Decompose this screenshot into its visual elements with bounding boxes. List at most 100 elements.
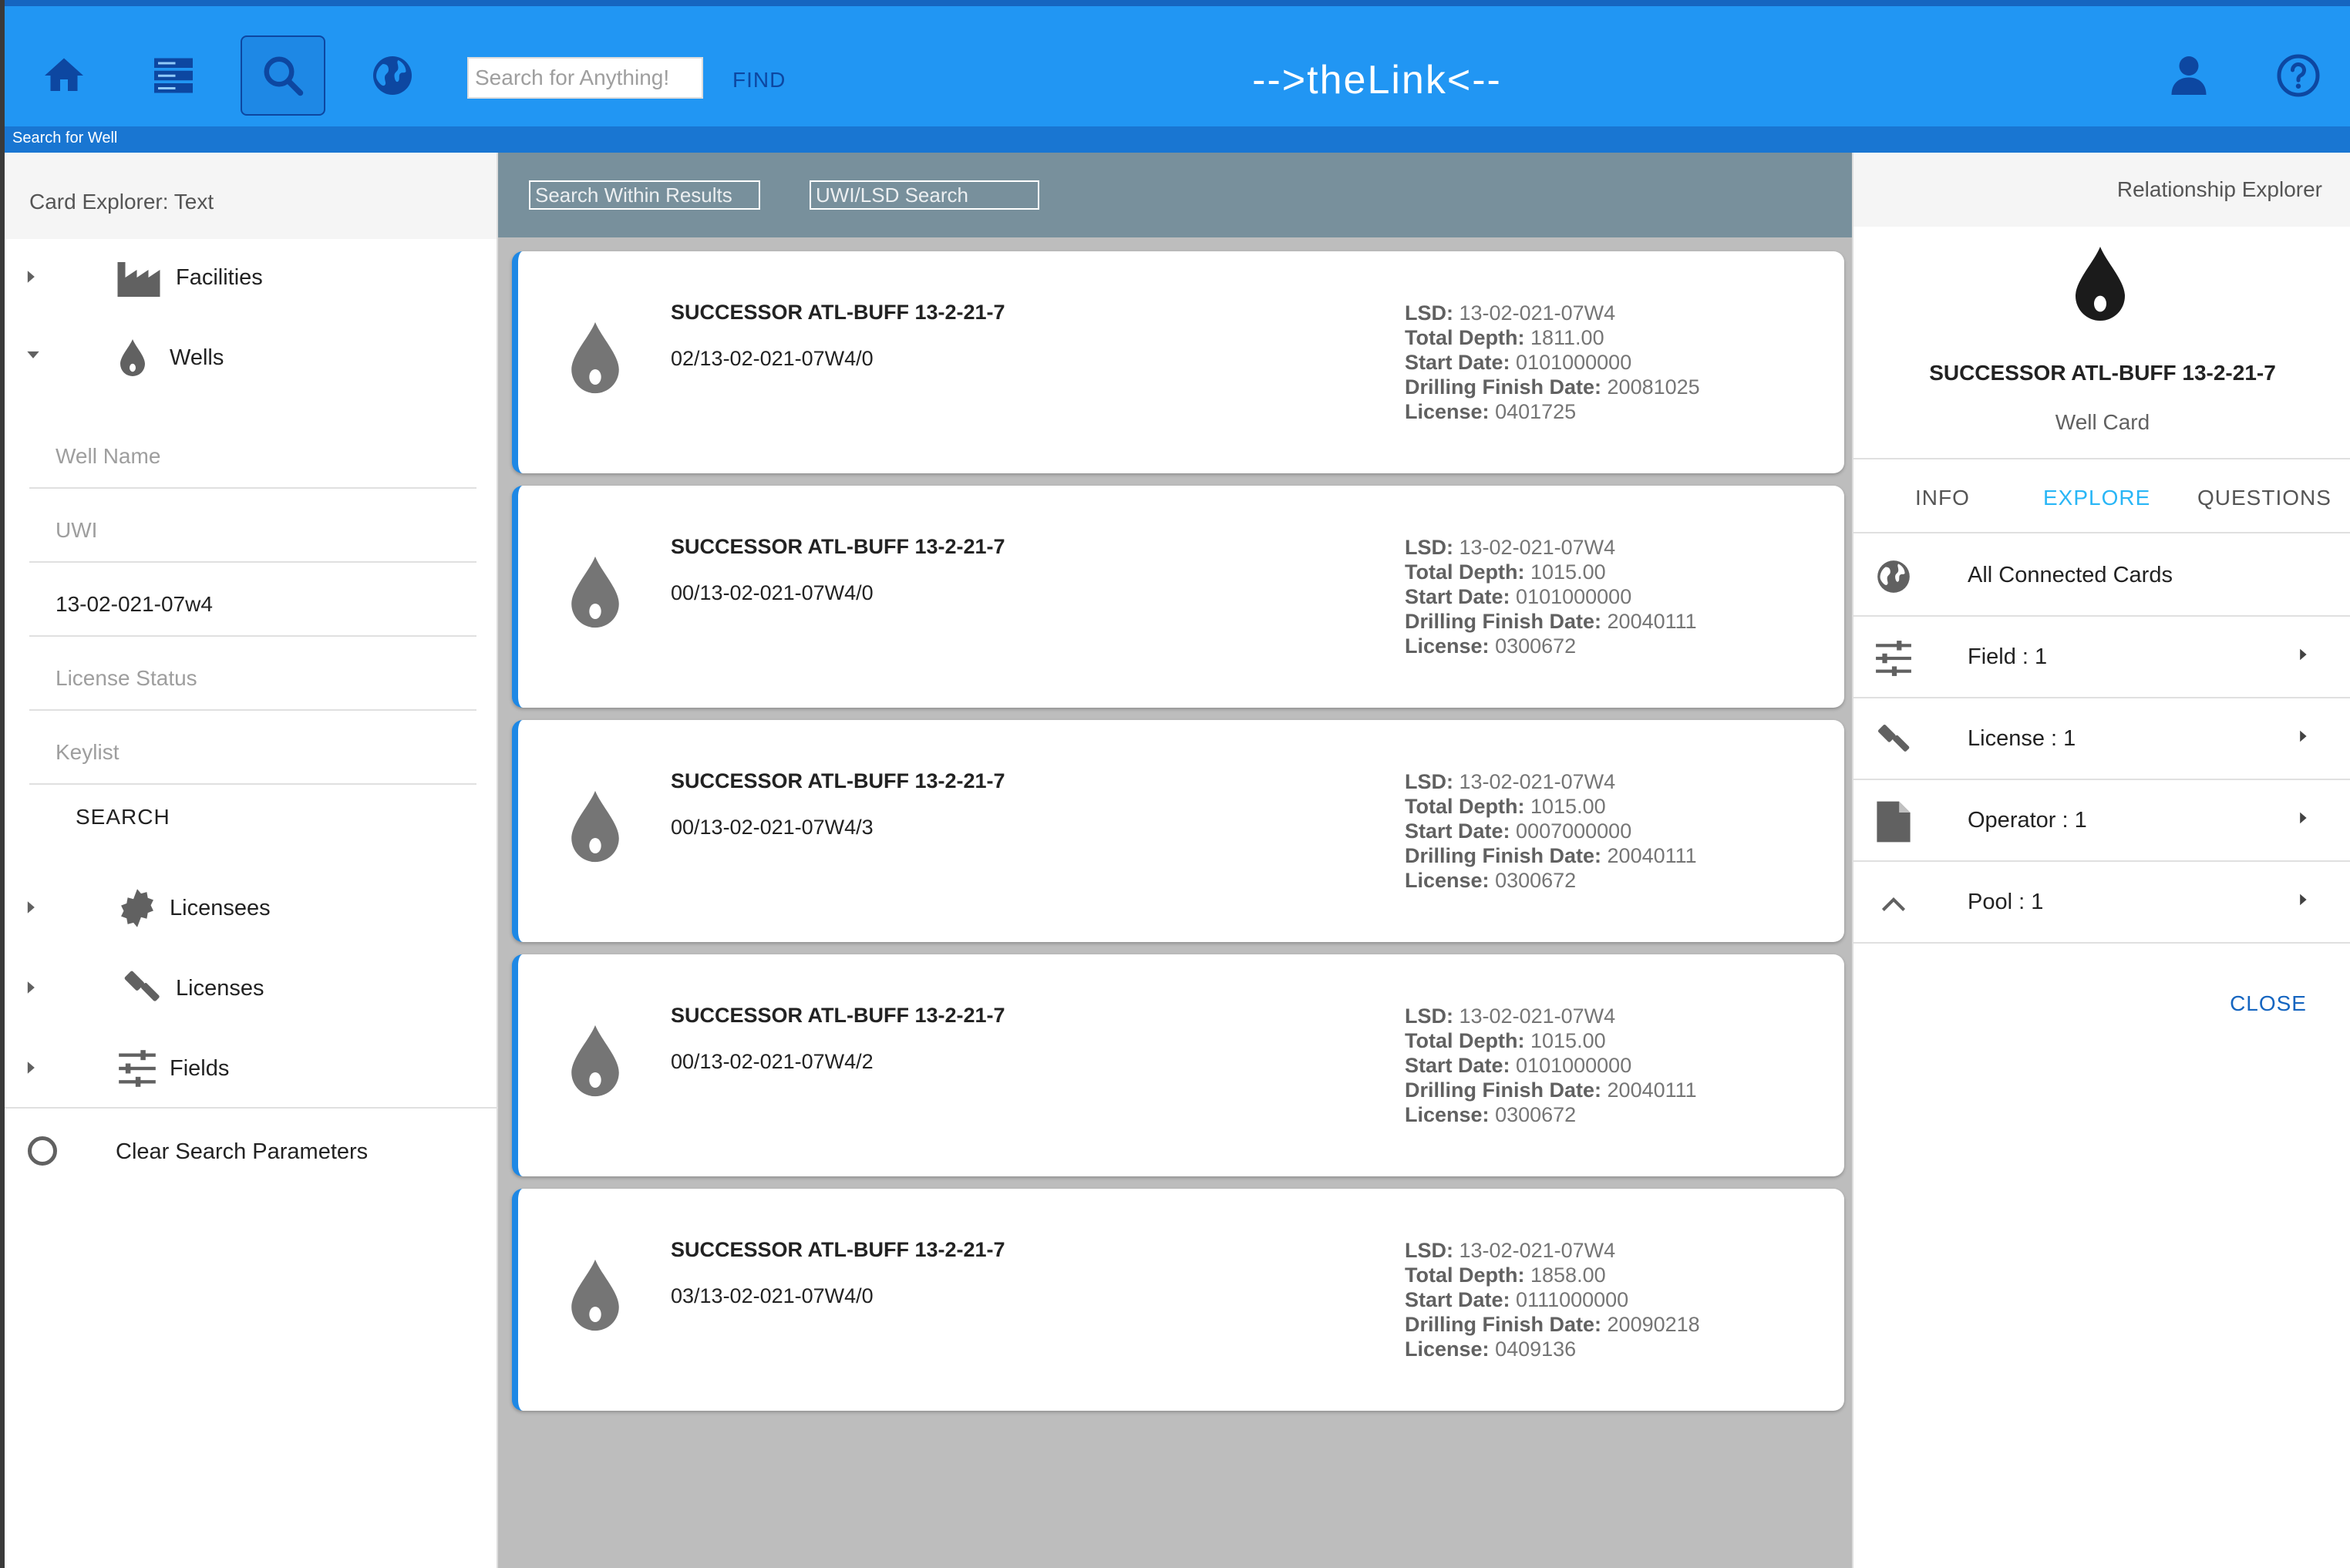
meta-finish-date: Drilling Finish Date: 20090218 (1405, 1313, 1700, 1336)
app-window: FIND -->theLink<-- Search for Well Card … (5, 0, 2350, 1568)
card-explorer-title: Card Explorer: Text (29, 190, 214, 214)
results-toolbar (498, 153, 1852, 237)
caret-right-icon[interactable] (26, 900, 37, 914)
meta-license: License: 0300672 (1405, 1103, 1577, 1126)
meta-start-date: Start Date: 0111000000 (1405, 1288, 1629, 1311)
results-panel: SUCCESSOR ATL-BUFF 13-2-21-7 02/13-02-021… (498, 153, 1852, 1568)
card-title: SUCCESSOR ATL-BUFF 13-2-21-7 (671, 301, 1005, 324)
app-title: -->theLink<-- (1252, 58, 1502, 103)
selected-card-type: Well Card (2055, 410, 2150, 434)
card-meta: LSD: 13-02-021-07W4 Total Depth: 1015.00 S… (1405, 1004, 1697, 1127)
tree-item-fields[interactable]: Fields (5, 1033, 498, 1102)
badge-icon (113, 885, 162, 931)
search-icon (264, 56, 304, 96)
gavel-icon (117, 965, 167, 1011)
card-title: SUCCESSOR ATL-BUFF 13-2-21-7 (671, 769, 1005, 792)
uwi-lsd-search-input[interactable] (810, 180, 1039, 210)
well-result-card[interactable]: SUCCESSOR ATL-BUFF 13-2-21-7 00/13-02-021… (512, 486, 1844, 708)
well-name-field[interactable]: Well Name (29, 415, 476, 489)
meta-license: License: 0409136 (1405, 1338, 1577, 1361)
tree-item-wells[interactable]: Wells (5, 322, 498, 392)
context-bar: Search for Well (5, 126, 2350, 153)
card-meta: LSD: 13-02-021-07W4 Total Depth: 1858.00 S… (1405, 1238, 1700, 1361)
search-button[interactable]: SEARCH (76, 805, 170, 829)
search-within-results-input[interactable] (529, 180, 760, 210)
card-uwi: 03/13-02-021-07W4/0 (671, 1284, 874, 1307)
well-result-card[interactable]: SUCCESSOR ATL-BUFF 13-2-21-7 00/13-02-021… (512, 720, 1844, 942)
tree-item-licenses[interactable]: Licenses (5, 953, 498, 1022)
uwi-field[interactable]: UWI (29, 489, 476, 563)
card-title: SUCCESSOR ATL-BUFF 13-2-21-7 (671, 535, 1005, 558)
caret-down-icon[interactable] (26, 350, 40, 361)
tree-label: Licenses (176, 976, 264, 1001)
meta-license: License: 0401725 (1405, 400, 1577, 423)
card-title: SUCCESSOR ATL-BUFF 13-2-21-7 (671, 1004, 1005, 1027)
relation-license[interactable]: License : 1 (1853, 698, 2350, 780)
chevron-up-icon (1874, 883, 1914, 924)
water-drop-icon (571, 1259, 619, 1331)
server-list-icon (154, 58, 193, 93)
search-view-button[interactable] (241, 35, 325, 116)
caret-right-icon[interactable] (26, 981, 37, 994)
account-button[interactable] (2146, 35, 2231, 116)
meta-total-depth: Total Depth: 1015.00 (1405, 1029, 1606, 1052)
card-title: SUCCESSOR ATL-BUFF 13-2-21-7 (671, 1238, 1005, 1261)
close-button[interactable]: CLOSE (2230, 991, 2307, 1016)
relation-label: Pool : 1 (1968, 890, 2044, 914)
tree-item-licensees[interactable]: Licensees (5, 873, 498, 942)
relation-label: Operator : 1 (1968, 808, 2087, 833)
keylist-field[interactable]: Keylist (29, 711, 476, 785)
tab-questions[interactable]: QUESTIONS (2197, 486, 2331, 510)
meta-lsd: LSD: 13-02-021-07W4 (1405, 1239, 1616, 1262)
card-meta: LSD: 13-02-021-07W4 Total Depth: 1015.00 S… (1405, 769, 1697, 893)
clear-search-button[interactable]: Clear Search Parameters (5, 1107, 498, 1186)
field-placeholder: UWI (56, 518, 98, 542)
field-value: 13-02-021-07w4 (56, 592, 213, 616)
card-meta: LSD: 13-02-021-07W4 Total Depth: 1811.00 S… (1405, 301, 1700, 424)
relation-operator[interactable]: Operator : 1 (1853, 780, 2350, 862)
meta-finish-date: Drilling Finish Date: 20081025 (1405, 375, 1700, 399)
well-result-card[interactable]: SUCCESSOR ATL-BUFF 13-2-21-7 02/13-02-021… (512, 251, 1844, 473)
document-icon (1874, 801, 1914, 843)
relation-pool[interactable]: Pool : 1 (1853, 862, 2350, 944)
well-result-card[interactable]: SUCCESSOR ATL-BUFF 13-2-21-7 03/13-02-021… (512, 1189, 1844, 1411)
caret-right-icon[interactable] (2299, 729, 2308, 743)
global-search-input[interactable] (467, 57, 703, 99)
globe-button[interactable] (350, 35, 435, 116)
caret-right-icon[interactable] (2299, 811, 2308, 825)
relationship-explorer-title: Relationship Explorer (2116, 177, 2322, 201)
relationship-tabs: INFO EXPLORE QUESTIONS (1853, 458, 2350, 533)
meta-total-depth: Total Depth: 1015.00 (1405, 560, 1606, 584)
top-strip (5, 0, 2350, 6)
water-drop-icon (571, 1025, 619, 1097)
meta-lsd: LSD: 13-02-021-07W4 (1405, 1004, 1616, 1028)
meta-total-depth: Total Depth: 1811.00 (1405, 326, 1604, 349)
meta-start-date: Start Date: 0101000000 (1405, 1054, 1632, 1077)
well-result-card[interactable]: SUCCESSOR ATL-BUFF 13-2-21-7 00/13-02-021… (512, 954, 1844, 1176)
tree-item-facilities[interactable]: Facilities (5, 242, 498, 311)
card-explorer-header: Card Explorer: Text (5, 153, 497, 239)
tab-explore[interactable]: EXPLORE (2043, 486, 2150, 510)
caret-right-icon[interactable] (2299, 648, 2308, 661)
list-view-button[interactable] (131, 35, 216, 116)
card-uwi: 00/13-02-021-07W4/2 (671, 1050, 874, 1073)
find-button[interactable]: FIND (732, 68, 786, 93)
relation-all-connected-cards[interactable]: All Connected Cards (1853, 535, 2350, 617)
water-drop-icon (2076, 247, 2125, 321)
caret-right-icon[interactable] (2299, 893, 2308, 907)
relation-field[interactable]: Field : 1 (1853, 617, 2350, 698)
caret-right-icon[interactable] (26, 270, 37, 284)
help-button[interactable] (2256, 35, 2341, 116)
lsd-field[interactable]: 13-02-021-07w4 (29, 563, 476, 637)
license-status-field[interactable]: License Status (29, 637, 476, 711)
tab-info[interactable]: INFO (1915, 486, 1970, 510)
meta-finish-date: Drilling Finish Date: 20040111 (1405, 844, 1697, 867)
tree-label: Fields (170, 1056, 230, 1081)
meta-total-depth: Total Depth: 1858.00 (1405, 1263, 1606, 1287)
card-uwi: 02/13-02-021-07W4/0 (671, 347, 874, 370)
home-button[interactable] (22, 35, 106, 116)
card-explorer-panel: Card Explorer: Text Facilities Wells Wel… (5, 153, 498, 1568)
caret-right-icon[interactable] (26, 1061, 37, 1075)
meta-total-depth: Total Depth: 1015.00 (1405, 795, 1606, 818)
meta-license: License: 0300672 (1405, 869, 1577, 892)
